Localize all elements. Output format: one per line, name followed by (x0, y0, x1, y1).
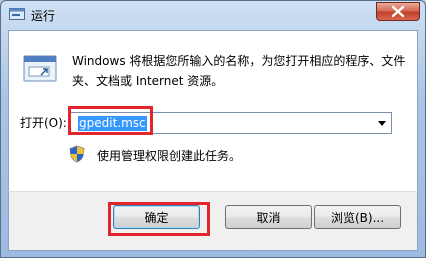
window-title: 运行 (31, 9, 56, 23)
dialog-footer: 确定 取消 浏览(B)... (8, 191, 418, 251)
ok-button[interactable]: 确定 (113, 205, 200, 229)
close-icon (391, 5, 405, 18)
browse-button[interactable]: 浏览(B)... (314, 205, 401, 229)
run-program-icon (23, 55, 57, 82)
open-combobox[interactable]: gpedit.msc (70, 112, 392, 134)
dialog-body: Windows 将根据您所输入的名称，为您打开相应的程序、文件夹、文档或 Int… (8, 30, 418, 192)
close-button[interactable] (376, 2, 420, 21)
open-input-value[interactable]: gpedit.msc (78, 116, 147, 131)
title-bar[interactable]: 运行 (1, 1, 425, 31)
dialog-description: Windows 将根据您所输入的名称，为您打开相应的程序、文件夹、文档或 Int… (72, 54, 406, 88)
run-dialog-window: 运行 Windows 将根据您所输入的名称，为您打开相应的程序、文件夹、文档或 … (0, 0, 426, 258)
cancel-button[interactable]: 取消 (225, 205, 312, 229)
uac-shield-icon (69, 145, 85, 163)
open-label: 打开(O): (20, 116, 67, 130)
run-title-icon (9, 8, 25, 20)
dropdown-arrow-icon[interactable] (374, 114, 390, 132)
admin-note: 使用管理权限创建此任务。 (97, 149, 242, 163)
